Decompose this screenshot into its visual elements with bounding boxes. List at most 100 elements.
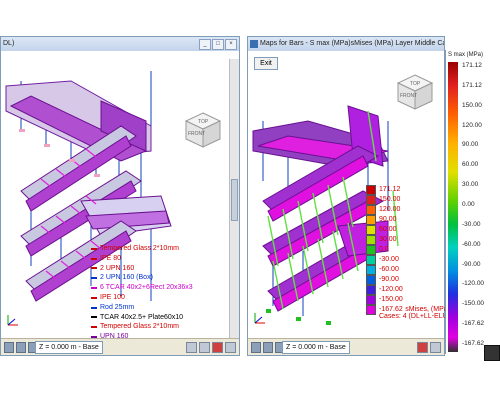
legend-label: IPE 100 bbox=[100, 293, 125, 301]
right-window-titlebar[interactable]: Maps for Bars - S max (MPa)sMises (MPa) … bbox=[248, 37, 444, 52]
materials-legend-item: Tempered Glass 2*10mm bbox=[91, 244, 193, 254]
color-scale-tick-label: -30.00 bbox=[462, 220, 481, 228]
level-field[interactable]: Z = 0.000 m - Base bbox=[35, 341, 103, 354]
level-field[interactable]: Z = 0.000 m - Base bbox=[282, 341, 350, 354]
scale-swatch bbox=[366, 285, 376, 295]
legend-label: 6 TCAR 40x2+6Rect 20x36x3 bbox=[100, 284, 193, 292]
view-cube-front-label: FRONT bbox=[188, 131, 205, 137]
color-scale-tick-label: -60.00 bbox=[462, 240, 481, 248]
color-scale-tick-label: -120.00 bbox=[462, 280, 485, 288]
color-scale-tick-label: 171.12 bbox=[462, 62, 482, 69]
scale-value: 60.00 bbox=[379, 225, 397, 233]
scale-item: 30.00 bbox=[366, 235, 403, 245]
scale-value: -120.00 bbox=[379, 285, 403, 293]
scale-item: -30.00 bbox=[366, 255, 403, 265]
legend-swatch bbox=[91, 277, 97, 280]
select-icon[interactable] bbox=[263, 342, 273, 353]
materials-legend-item: TCAR 40x2.5+ Plate60x10 bbox=[91, 313, 193, 323]
tool-icon[interactable] bbox=[225, 342, 236, 353]
select-icon[interactable] bbox=[16, 342, 26, 353]
scale-value: -60.00 bbox=[379, 265, 399, 273]
scale-item: 0.0 bbox=[366, 245, 403, 255]
scale-swatch bbox=[366, 195, 376, 205]
view-cube-top-label: TOP bbox=[410, 81, 421, 87]
axis-triad-icon bbox=[7, 315, 18, 326]
legend-label: Tempered Glass 2*10mm bbox=[100, 323, 179, 331]
tool-icon[interactable] bbox=[430, 342, 441, 353]
legend-label: 2 UPN 160 bbox=[100, 264, 135, 272]
scale-swatch bbox=[366, 245, 376, 255]
materials-legend-item: 2 UPN 160 (Box) bbox=[91, 273, 193, 283]
legend-swatch bbox=[91, 287, 97, 290]
scale-swatch bbox=[366, 205, 376, 215]
color-scale-tick-label: -90.00 bbox=[462, 260, 481, 268]
view-icon[interactable] bbox=[251, 342, 261, 353]
materials-legend-item: IPE 100 bbox=[91, 293, 193, 303]
scale-value: -90.00 bbox=[379, 275, 399, 283]
scale-item: 60.00 bbox=[366, 225, 403, 235]
stress-map-caption: sMises, (MPa) Cases: 4 (DL+LL-ELU) bbox=[340, 306, 450, 320]
scale-swatch bbox=[366, 225, 376, 235]
color-scale-bar bbox=[448, 62, 458, 352]
left-view-window[interactable]: DL) _ □ × TOP FRONT Tempered Glass 2*10m… bbox=[0, 36, 240, 356]
app-icon bbox=[250, 40, 258, 48]
view-cube-icon[interactable]: TOP FRONT bbox=[396, 73, 434, 111]
legend-swatch bbox=[91, 296, 97, 299]
view-cube-front-label: FRONT bbox=[400, 93, 417, 99]
legend-swatch bbox=[91, 267, 97, 270]
materials-legend-item: 2 UPN 160 bbox=[91, 264, 193, 274]
color-scale-tick-label: 150.00 bbox=[462, 101, 482, 109]
materials-legend-item: 6 TCAR 40x2+6Rect 20x36x3 bbox=[91, 283, 193, 293]
color-scale-tick-label: -167.62 bbox=[462, 320, 485, 328]
tool-icon[interactable] bbox=[199, 342, 210, 353]
color-scale-tick-label: 90.00 bbox=[462, 141, 479, 149]
tool-icon[interactable] bbox=[212, 342, 223, 353]
legend-label: TCAR 40x2.5+ Plate60x10 bbox=[100, 313, 184, 321]
exit-button[interactable]: Exit bbox=[254, 57, 278, 70]
color-scale-panel: S max (MPa) 171.12 171.12 150.00 120.00 90.0… bbox=[445, 50, 500, 354]
color-scale-header: S max (MPa) bbox=[448, 52, 484, 58]
scale-value: 171.12 bbox=[379, 185, 401, 193]
scale-item: 171.12 bbox=[366, 185, 403, 195]
scale-swatch bbox=[366, 255, 376, 265]
maximize-icon[interactable]: □ bbox=[212, 39, 224, 50]
right-window-title: Maps for Bars - S max (MPa)sMises (MPa) … bbox=[260, 40, 444, 47]
view-cube-icon[interactable]: TOP FRONT bbox=[184, 111, 222, 149]
scale-value: -150.00 bbox=[379, 295, 403, 303]
legend-swatch bbox=[91, 326, 97, 329]
legend-label: Tempered Glass 2*10mm bbox=[100, 245, 179, 252]
legend-label: 2 UPN 160 (Box) bbox=[100, 274, 153, 282]
legend-swatch bbox=[91, 316, 97, 319]
scale-item: -60.00 bbox=[366, 265, 403, 275]
color-scale-tick-label: -167.62 bbox=[462, 340, 485, 347]
view-icon[interactable] bbox=[4, 342, 14, 353]
legend-swatch bbox=[91, 247, 97, 250]
scale-item: 120.00 bbox=[366, 205, 403, 215]
scale-value: -30.00 bbox=[379, 255, 399, 263]
axis-triad-icon bbox=[254, 313, 265, 324]
tool-icon[interactable] bbox=[186, 342, 197, 353]
left-window-title: DL) bbox=[3, 40, 15, 47]
scale-swatch bbox=[366, 235, 376, 245]
left-window-titlebar[interactable]: DL) _ □ × bbox=[1, 37, 239, 52]
color-scale-tick-label: 60.00 bbox=[462, 161, 479, 169]
color-scale-tick-label: 120.00 bbox=[462, 121, 482, 129]
legend-swatch bbox=[91, 257, 97, 260]
materials-legend-item: Rod 25mm bbox=[91, 303, 193, 313]
left-model-canvas[interactable]: TOP FRONT Tempered Glass 2*10mm IPE 80 2 U… bbox=[1, 51, 239, 339]
scale-swatch bbox=[366, 275, 376, 285]
scale-swatch bbox=[366, 215, 376, 225]
right-statusbar: Z = 0.000 m - Base bbox=[248, 338, 444, 355]
legend-label: Rod 25mm bbox=[100, 303, 135, 311]
left-vertical-scrollbar[interactable] bbox=[229, 59, 239, 339]
scale-swatch bbox=[366, 295, 376, 305]
close-icon[interactable]: × bbox=[225, 39, 237, 50]
scale-item: -90.00 bbox=[366, 275, 403, 285]
color-scale-tick-label: 30.00 bbox=[462, 181, 479, 189]
stress-map-canvas[interactable]: Exit TOP FRONT bbox=[248, 51, 444, 339]
minimize-icon[interactable]: _ bbox=[199, 39, 211, 50]
materials-legend-item: IPE 80 bbox=[91, 254, 193, 264]
scale-item: -150.00 bbox=[366, 295, 403, 305]
legend-label: IPE 80 bbox=[100, 254, 122, 262]
tool-icon[interactable] bbox=[417, 342, 428, 353]
